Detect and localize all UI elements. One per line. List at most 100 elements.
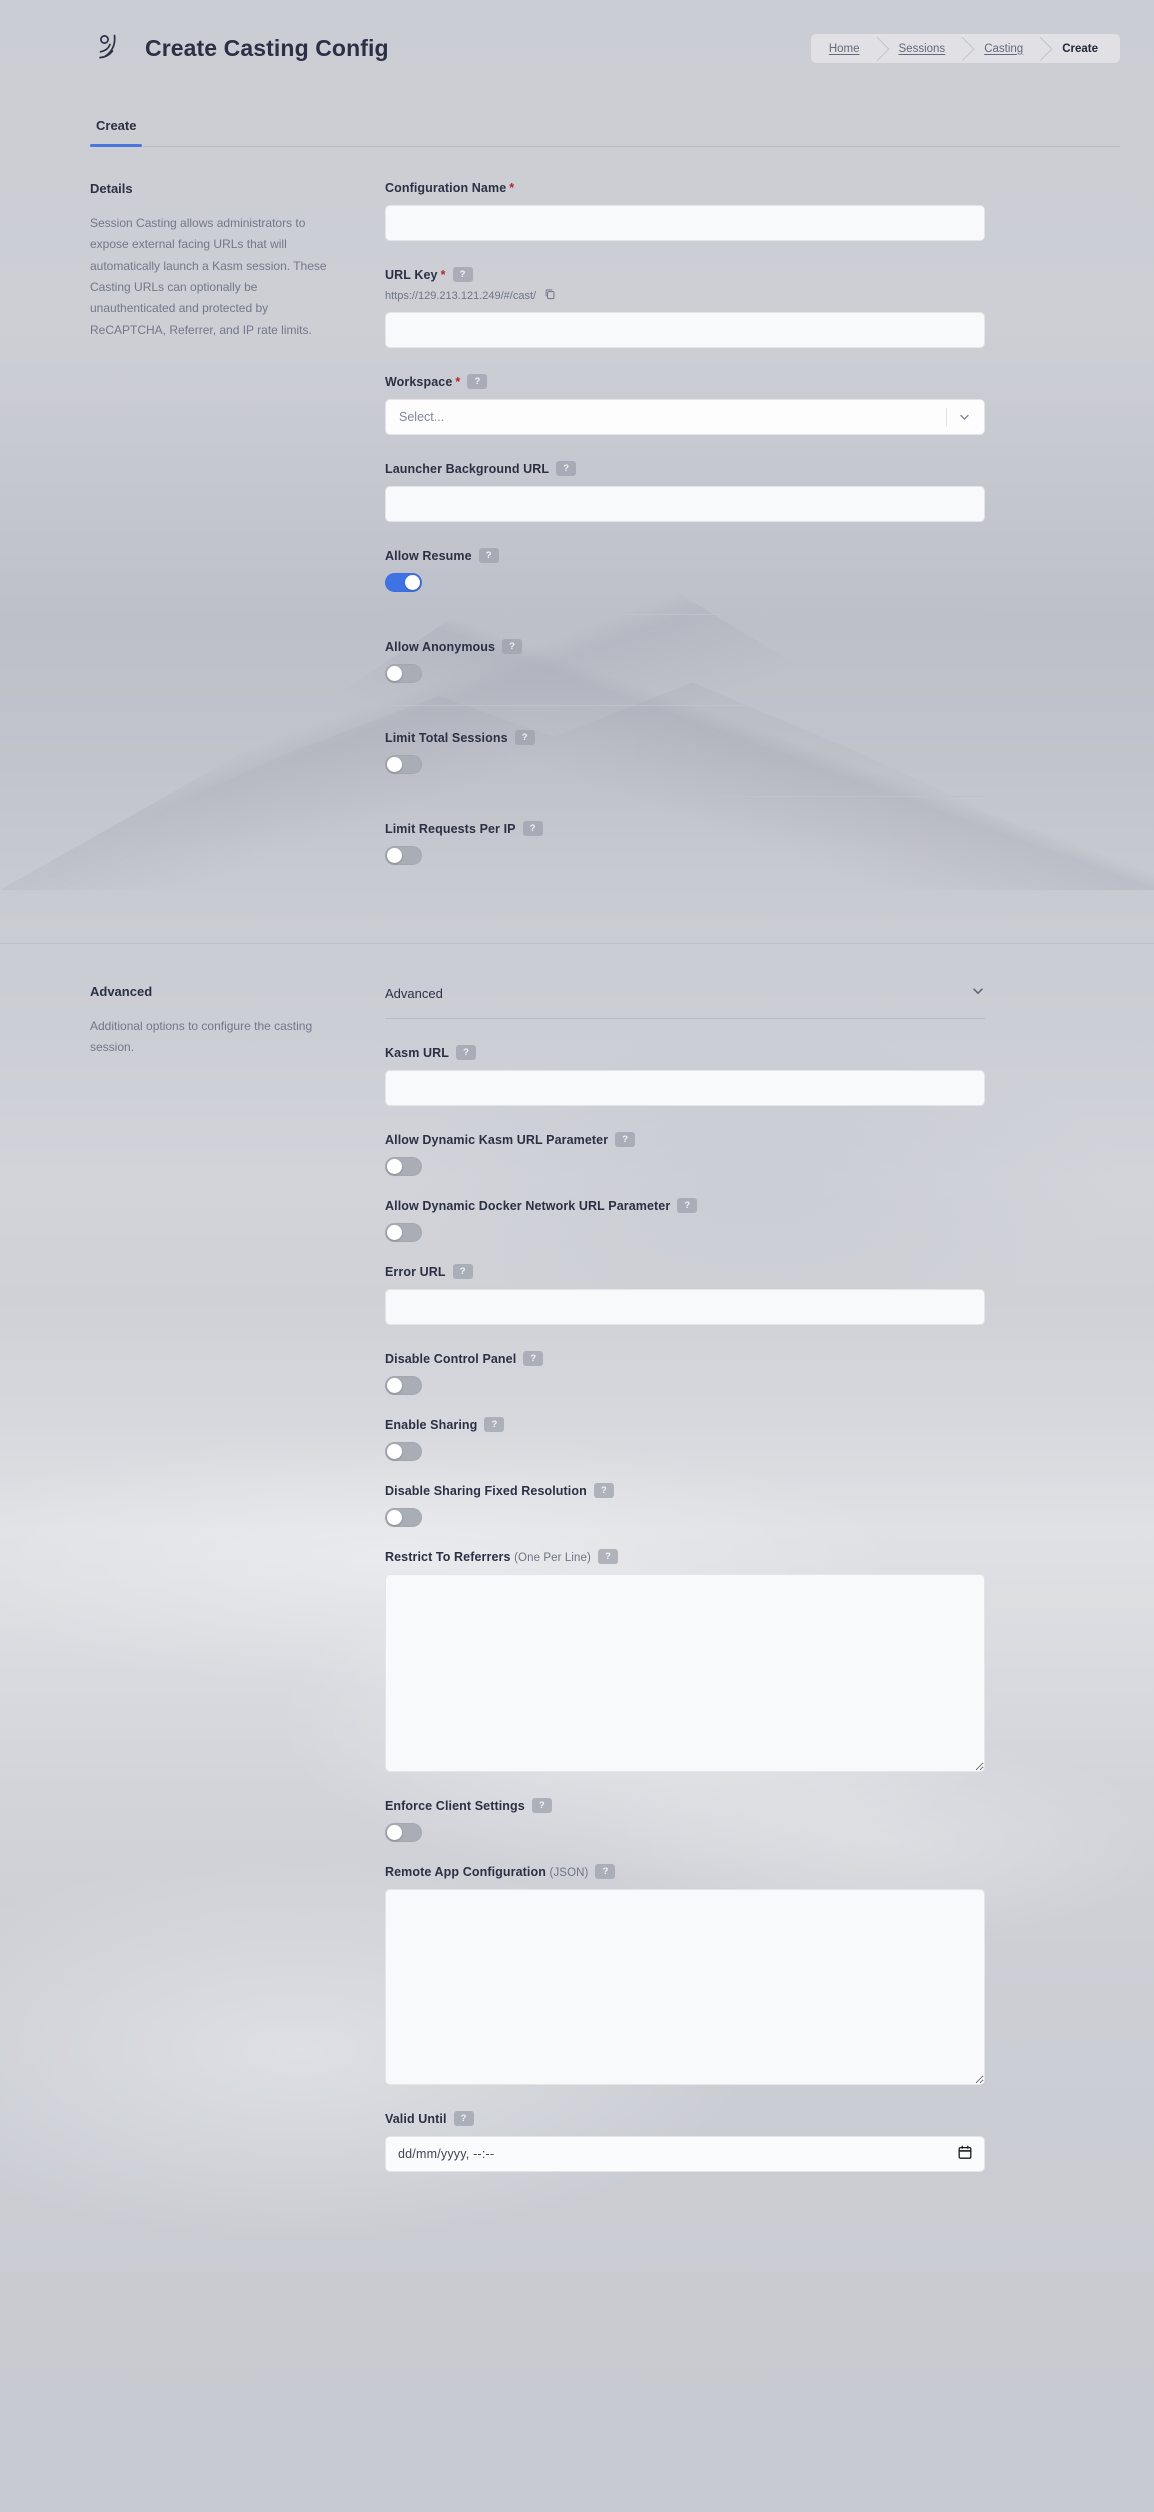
- enable-sharing-help-icon[interactable]: ?: [484, 1417, 505, 1432]
- toggle-knob: [405, 575, 420, 590]
- toggle-knob: [387, 1825, 402, 1840]
- breadcrumb-item-home[interactable]: Home: [811, 34, 877, 63]
- disable-sharing-fixed-resolution-toggle[interactable]: [385, 1508, 422, 1527]
- kasm-url-help-icon[interactable]: ?: [456, 1045, 477, 1060]
- advanced-heading: Advanced: [90, 984, 153, 999]
- allow-dynamic-kasm-url-label: Allow Dynamic Kasm URL Parameter: [385, 1132, 609, 1147]
- disable-control-panel-toggle[interactable]: [385, 1376, 422, 1395]
- label-row: Restrict To Referrers (One Per Line) ?: [385, 1549, 985, 1564]
- toggle-knob: [387, 1444, 402, 1459]
- valid-until-help-icon[interactable]: ?: [453, 2111, 474, 2126]
- chevron-down-icon[interactable]: [971, 984, 985, 1003]
- field-launcher-background-url: Launcher Background URL ?: [385, 461, 985, 522]
- details-form: Configuration Name * URL Key * ? https://1…: [385, 181, 985, 887]
- label-row: Disable Sharing Fixed Resolution ?: [385, 1483, 985, 1498]
- kasm-url-label: Kasm URL: [385, 1045, 450, 1060]
- field-allow-anonymous: Allow Anonymous ?: [385, 639, 985, 706]
- restrict-to-referrers-label: Restrict To Referrers (One Per Line): [385, 1549, 591, 1564]
- enable-sharing-toggle[interactable]: [385, 1442, 422, 1461]
- enforce-client-settings-help-icon[interactable]: ?: [531, 1798, 552, 1813]
- disable-control-panel-help-icon[interactable]: ?: [523, 1351, 544, 1366]
- disable-sharing-fixed-resolution-help-icon[interactable]: ?: [593, 1483, 614, 1498]
- toggle-knob: [387, 1510, 402, 1525]
- allow-dynamic-docker-network-url-help-icon[interactable]: ?: [677, 1198, 698, 1213]
- valid-until-label: Valid Until: [385, 2111, 447, 2126]
- remote-app-configuration-label: Remote App Configuration (JSON): [385, 1864, 589, 1879]
- allow-dynamic-kasm-url-help-icon[interactable]: ?: [615, 1132, 636, 1147]
- toggle-knob: [387, 666, 402, 681]
- label-row: Limit Requests Per IP ?: [385, 821, 985, 836]
- field-error-url: Error URL ?: [385, 1264, 985, 1325]
- remote-app-configuration-textarea[interactable]: [385, 1889, 985, 2085]
- allow-resume-label: Allow Resume: [385, 548, 472, 563]
- brand: Create Casting Config: [90, 30, 389, 68]
- required-asterisk: *: [440, 267, 446, 282]
- calendar-icon[interactable]: [958, 2145, 972, 2163]
- remote-app-configuration-help-icon[interactable]: ?: [595, 1864, 616, 1879]
- valid-until-input[interactable]: dd/mm/yyyy, --:--: [385, 2136, 985, 2172]
- field-allow-dynamic-docker-network-url: Allow Dynamic Docker Network URL Paramet…: [385, 1198, 985, 1264]
- url-key-input[interactable]: [385, 312, 985, 348]
- workspace-select[interactable]: Select...: [385, 399, 985, 435]
- label-row: Remote App Configuration (JSON) ?: [385, 1864, 985, 1879]
- select-separator: [946, 408, 947, 426]
- tab-strip: Create: [90, 97, 1120, 147]
- toggle-knob: [387, 757, 402, 772]
- advanced-section: Advanced Additional options to configure…: [0, 943, 1154, 2198]
- toggle-knob: [387, 848, 402, 863]
- toggle-knob: [387, 1159, 402, 1174]
- tab-create[interactable]: Create: [90, 118, 143, 147]
- workspace-help-icon[interactable]: ?: [467, 374, 488, 389]
- label-row: Kasm URL ?: [385, 1045, 985, 1060]
- field-enable-sharing: Enable Sharing ?: [385, 1417, 985, 1483]
- url-key-label: URL Key *: [385, 267, 446, 282]
- allow-dynamic-kasm-url-toggle[interactable]: [385, 1157, 422, 1176]
- field-enforce-client-settings: Enforce Client Settings ?: [385, 1798, 985, 1864]
- enable-sharing-label: Enable Sharing: [385, 1417, 478, 1432]
- label-row: Launcher Background URL ?: [385, 461, 985, 476]
- remote-app-configuration-sublabel: (JSON): [549, 1866, 589, 1879]
- field-workspace: Workspace * ? Select...: [385, 374, 985, 435]
- field-valid-until: Valid Until ? dd/mm/yyyy, --:--: [385, 2111, 985, 2172]
- url-key-help-icon[interactable]: ?: [452, 267, 473, 282]
- kasm-url-input[interactable]: [385, 1070, 985, 1106]
- launcher-background-url-input[interactable]: [385, 486, 985, 522]
- launcher-background-url-label: Launcher Background URL: [385, 461, 550, 476]
- label-row: Enforce Client Settings ?: [385, 1798, 985, 1813]
- kasm-logo-icon: [90, 30, 128, 68]
- limit-total-sessions-label: Limit Total Sessions: [385, 730, 508, 745]
- field-disable-control-panel: Disable Control Panel ?: [385, 1351, 985, 1417]
- error-url-input[interactable]: [385, 1289, 985, 1325]
- details-sidebar: Details Session Casting allows administr…: [90, 181, 385, 887]
- details-description: Session Casting allows administrators to…: [90, 216, 327, 337]
- error-url-help-icon[interactable]: ?: [452, 1264, 473, 1279]
- advanced-collapse-header[interactable]: Advanced: [385, 984, 985, 1019]
- allow-dynamic-docker-network-url-toggle[interactable]: [385, 1223, 422, 1242]
- page-root: Create Casting Config Home Sessions Cast…: [0, 0, 1154, 2198]
- allow-anonymous-help-icon[interactable]: ?: [502, 639, 523, 654]
- allow-resume-help-icon[interactable]: ?: [478, 548, 499, 563]
- chevron-down-icon[interactable]: [958, 411, 971, 424]
- enforce-client-settings-toggle[interactable]: [385, 1823, 422, 1842]
- allow-anonymous-toggle[interactable]: [385, 664, 422, 683]
- launcher-background-url-help-icon[interactable]: ?: [556, 461, 577, 476]
- toggle-knob: [387, 1378, 402, 1393]
- restrict-to-referrers-help-icon[interactable]: ?: [597, 1549, 618, 1564]
- label-row: Enable Sharing ?: [385, 1417, 985, 1432]
- limit-requests-per-ip-toggle[interactable]: [385, 846, 422, 865]
- toggle-knob: [387, 1225, 402, 1240]
- enforce-client-settings-label: Enforce Client Settings: [385, 1798, 525, 1813]
- restrict-to-referrers-textarea[interactable]: [385, 1574, 985, 1772]
- limit-total-sessions-help-icon[interactable]: ?: [514, 730, 535, 745]
- limit-total-sessions-toggle[interactable]: [385, 755, 422, 774]
- allow-resume-toggle[interactable]: [385, 573, 422, 592]
- advanced-description: Additional options to configure the cast…: [90, 1019, 313, 1055]
- configuration-name-input[interactable]: [385, 205, 985, 241]
- copy-icon[interactable]: [544, 288, 556, 303]
- disable-control-panel-label: Disable Control Panel: [385, 1351, 517, 1366]
- top-bar: Create Casting Config Home Sessions Cast…: [0, 0, 1154, 97]
- breadcrumb: Home Sessions Casting Create: [810, 34, 1120, 63]
- label-row: Valid Until ?: [385, 2111, 985, 2126]
- limit-requests-per-ip-help-icon[interactable]: ?: [522, 821, 543, 836]
- advanced-collapse-title: Advanced: [385, 986, 443, 1001]
